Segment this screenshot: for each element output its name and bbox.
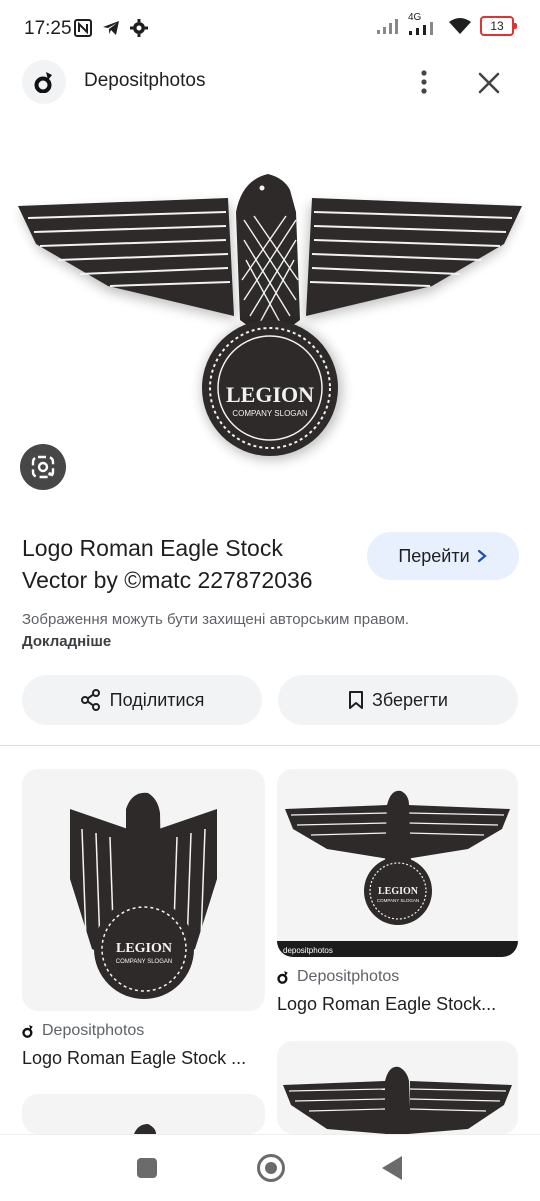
emblem-slogan: COMPANY SLOGAN bbox=[232, 409, 308, 418]
copyright-notice: Зображення можуть бути захищені авторськ… bbox=[22, 609, 432, 653]
go-label: Перейти bbox=[398, 545, 470, 566]
watermark-text: depositphotos bbox=[283, 946, 333, 955]
result-title: Logo Roman Eagle Stock Vector by ©matc 2… bbox=[22, 535, 313, 593]
google-lens-button[interactable] bbox=[20, 444, 66, 490]
related-source-name: Depositphotos bbox=[42, 1022, 145, 1039]
copyright-text: Зображення можуть бути захищені авторськ… bbox=[22, 611, 410, 628]
system-navigation-bar bbox=[0, 1134, 540, 1201]
telegram-icon bbox=[103, 21, 119, 35]
related-source-1: Depositphotos bbox=[22, 1022, 144, 1040]
go-to-site-button[interactable]: Перейти bbox=[367, 532, 519, 580]
settings-gear-icon bbox=[130, 19, 148, 37]
legion-emblem: LEGION COMPANY SLOGAN bbox=[202, 320, 342, 460]
recent-apps-button[interactable] bbox=[137, 1158, 157, 1178]
related-source-2: Depositphotos bbox=[277, 968, 399, 986]
emblem-text: LEGION bbox=[116, 941, 172, 956]
related-title-1[interactable]: Logo Roman Eagle Stock ... bbox=[22, 1048, 265, 1069]
learn-more-link[interactable]: Докладніше bbox=[22, 633, 111, 650]
home-button[interactable] bbox=[257, 1154, 285, 1182]
eagle-body bbox=[236, 174, 300, 342]
depositphotos-logo-icon bbox=[22, 1025, 33, 1038]
related-image-1[interactable]: LEGION COMPANY SLOGAN bbox=[22, 769, 265, 1011]
status-bar: 17:25 4G 13 bbox=[0, 0, 540, 58]
save-label: Зберегти bbox=[372, 689, 448, 710]
status-time: 17:25 bbox=[24, 18, 72, 39]
status-system-icons: 4G 13 bbox=[376, 12, 517, 36]
emblem-text: LEGION bbox=[378, 886, 419, 897]
main-image[interactable]: LEGION COMPANY SLOGAN bbox=[0, 120, 540, 500]
source-header: Depositphotos bbox=[0, 58, 540, 106]
chevron-right-icon bbox=[477, 549, 487, 563]
signal-4g-icon: 4G bbox=[408, 12, 440, 36]
section-divider bbox=[0, 745, 540, 746]
related-image-3[interactable] bbox=[22, 1094, 265, 1134]
save-button[interactable]: Зберегти bbox=[278, 675, 518, 725]
battery-level: 13 bbox=[490, 19, 504, 33]
share-label: Поділитися bbox=[109, 689, 205, 710]
signal-bars-icon bbox=[377, 19, 398, 34]
lens-icon bbox=[31, 455, 55, 479]
depositphotos-logo-icon[interactable] bbox=[22, 60, 66, 104]
nfc-icon bbox=[74, 19, 92, 37]
emblem-slogan: COMPANY SLOGAN bbox=[377, 898, 419, 903]
bookmark-icon bbox=[349, 691, 364, 709]
close-icon[interactable] bbox=[470, 64, 508, 102]
more-options-icon[interactable] bbox=[408, 64, 440, 100]
share-button[interactable]: Поділитися bbox=[22, 675, 262, 725]
battery-icon: 13 bbox=[480, 16, 517, 36]
emblem-slogan: COMPANY SLOGAN bbox=[116, 959, 172, 965]
share-icon bbox=[80, 689, 100, 711]
depositphotos-logo-icon bbox=[277, 971, 288, 984]
related-source-name: Depositphotos bbox=[297, 968, 400, 985]
back-button[interactable] bbox=[382, 1156, 402, 1180]
status-notification-icons bbox=[74, 19, 148, 37]
related-image-4[interactable] bbox=[277, 1041, 518, 1134]
related-title-2[interactable]: Logo Roman Eagle Stock... bbox=[277, 994, 518, 1015]
source-name[interactable]: Depositphotos bbox=[84, 70, 205, 92]
emblem-text: LEGION bbox=[226, 382, 314, 407]
wifi-icon bbox=[449, 18, 471, 34]
related-image-2[interactable]: LEGION COMPANY SLOGAN depositphotos bbox=[277, 769, 518, 957]
